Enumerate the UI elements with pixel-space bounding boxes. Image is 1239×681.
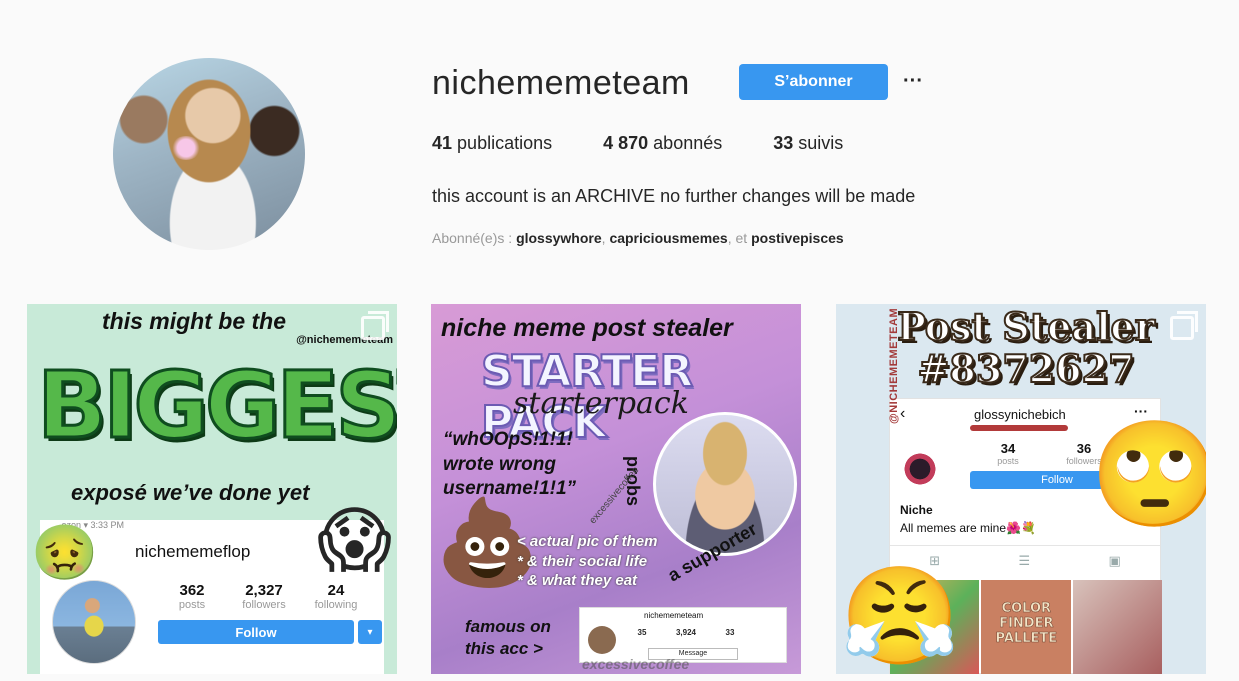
embedded-username: nichememeteam [644, 611, 704, 620]
embedded-stat-value: 3,924 [675, 628, 697, 637]
profile-page: nichememeteam S’abonner ··· 41 publicati… [0, 0, 1239, 681]
embedded-bio-name: Niche [900, 503, 933, 517]
username-redaction-mark [970, 425, 1068, 431]
post-script-text: starterpack [513, 386, 689, 421]
publications-count: 41 [432, 133, 453, 153]
following-count: 33 [773, 133, 794, 153]
embedded-grid-post: COLOR FINDER PALLETE [981, 580, 1071, 674]
followers-count: 4 870 [603, 133, 649, 153]
followed-by-account[interactable]: glossywhore [516, 230, 602, 246]
embedded-stat: 24 following [300, 582, 372, 611]
following-label: suivis [798, 133, 844, 153]
post-thumbnail[interactable]: niche meme post stealer STARTER PACK sta… [431, 304, 801, 674]
post-meme-text: exposé we’ve done yet [71, 480, 310, 505]
chevron-down-icon: ▾ [358, 620, 382, 644]
post-meme-text: “whOOpS!1!1! wrote wrong username!1!1” [443, 429, 577, 500]
stat-followers[interactable]: 4 870 abonnés [603, 133, 722, 154]
grid-post-text: COLOR FINDER PALLETE [995, 601, 1058, 646]
more-options-icon[interactable]: ··· [902, 66, 924, 96]
embedded-username: nichememeflop [135, 542, 251, 561]
embedded-avatar [588, 626, 616, 654]
post-meme-text: this might be the [102, 308, 286, 334]
stat-publications: 41 publications [432, 133, 552, 154]
embedded-stat-label: posts [178, 599, 206, 611]
embedded-stat-value: 34 [1000, 441, 1016, 456]
embedded-stat-value: 362 [179, 582, 205, 599]
publications-label: publications [457, 133, 553, 153]
tagged-icon: ▣ [1108, 552, 1121, 568]
followed-by-account[interactable]: capriciousmemes [609, 230, 727, 246]
profile-bio: this account is an ARCHIVE no further ch… [432, 186, 916, 206]
profile-avatar[interactable] [113, 58, 305, 250]
embedded-stat: 362 posts [156, 582, 228, 611]
followed-by: Abonné(e)s : glossywhore, capriciousmeme… [432, 230, 844, 246]
post-meme-text: famous on this acc > [465, 617, 551, 659]
profile-stats: 41 publications 4 870 abonnés 33 suivis [432, 133, 843, 154]
list-icon: ☰ [1018, 552, 1031, 568]
followed-by-conjunction: , et [727, 230, 752, 246]
embedded-stat-value: 2,327 [245, 582, 283, 599]
screaming-face-icon: 😱 [317, 498, 393, 582]
embedded-stat-value: 24 [327, 582, 345, 599]
embedded-profile-card: nichememeteam 35 3,924 33 Message [579, 607, 787, 663]
embedded-stat-value: 35 [637, 628, 647, 637]
multiple-photos-icon [361, 311, 389, 340]
back-arrow-icon: ‹ [900, 405, 906, 422]
embedded-stat-label: following [314, 599, 358, 611]
embedded-stat-label: followers [242, 599, 286, 611]
embedded-follow-button: Follow [158, 620, 354, 644]
embedded-stats: 362 posts 2,327 followers 24 following [156, 582, 372, 611]
hairbrush-avatar [902, 451, 938, 487]
post-thumbnail[interactable]: this might be the @nichememeteam BIGGEST… [27, 304, 397, 674]
embedded-stat-value: 33 [725, 628, 735, 637]
post-headline: Post Stealer #8372627 [896, 304, 1156, 391]
steam-nose-face-icon: 😤 [840, 560, 960, 672]
multiple-photos-icon [1170, 311, 1198, 340]
embedded-grid-post [1072, 580, 1162, 674]
stat-following[interactable]: 33 suivis [773, 133, 843, 154]
post-meme-text: niche meme post stealer [441, 314, 733, 342]
watermark-text: excessivecoffee [582, 656, 690, 672]
followed-by-account[interactable]: postivepisces [751, 230, 844, 246]
embedded-stat-label: posts [997, 456, 1019, 466]
followers-label: abonnés [653, 133, 723, 153]
embedded-username: glossynichebich [974, 407, 1066, 422]
post-thumbnail[interactable]: Post Stealer #8372627 ‹ glossynichebich … [836, 304, 1206, 674]
embedded-stat: 2,327 followers [228, 582, 300, 611]
post-meme-text: < actual pic of them * & their social li… [517, 533, 658, 589]
follow-button[interactable]: S’abonner [739, 64, 888, 100]
embedded-stat: 34 posts [970, 441, 1046, 466]
avatar-smoke-detail [171, 136, 201, 160]
profile-username: nichememeteam [432, 64, 690, 102]
followed-by-prefix: Abonné(e)s : [432, 230, 517, 246]
nauseated-face-icon: 🤢 [31, 521, 99, 584]
embedded-avatar [52, 580, 136, 664]
vertical-handle-text: @NICHEMEMETEAM [888, 307, 900, 424]
eye-roll-face-icon: 🙄 [1090, 413, 1206, 535]
embedded-bio: All memes are mine🌺💐 [900, 521, 1036, 535]
post-headline: BIGGEST [36, 351, 398, 461]
